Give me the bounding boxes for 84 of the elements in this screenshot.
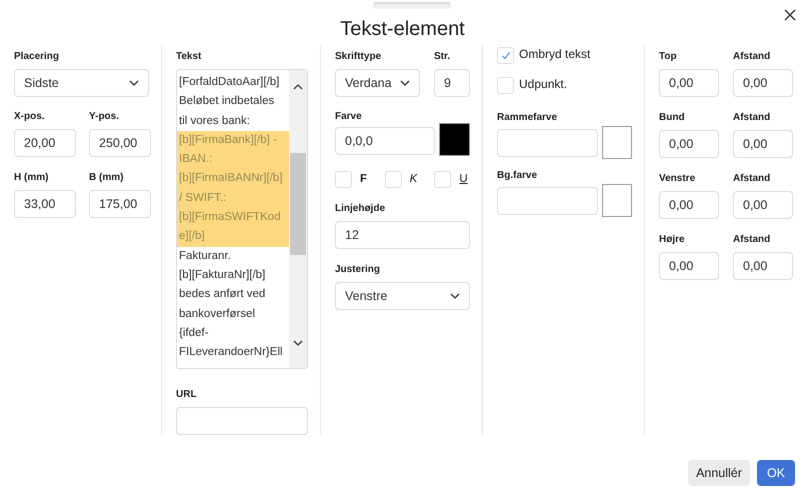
chevron-down-icon (400, 80, 410, 86)
number-input[interactable]: 0,00 (733, 130, 793, 158)
field-label: Højre (659, 234, 686, 246)
text-line: til vores bank: (178, 114, 250, 127)
chevron-up-icon (293, 84, 303, 90)
field-label: X-pos. (14, 111, 46, 123)
text-line: [b][FirmaBank][/b] - (178, 134, 277, 146)
text-line: {ifdef- (178, 326, 208, 339)
text-line: IBAN.: (178, 153, 212, 166)
dialog-title: Tekst-element (340, 18, 465, 41)
color-swatch[interactable] (602, 184, 632, 217)
dropdown-select[interactable]: Verdana (335, 69, 420, 97)
text-line: [b][FirmaSWIFTKod (178, 211, 281, 224)
number-input[interactable]: 0,00 (659, 130, 719, 158)
color-swatch[interactable] (602, 126, 632, 159)
field-label: Afstand (733, 173, 772, 185)
style-label: K (410, 173, 418, 185)
field-label: Placering (14, 51, 60, 63)
field-label: H (mm) (14, 172, 50, 184)
number-input[interactable]: 0,00 (733, 252, 793, 280)
text-line: bedes anført ved (178, 288, 266, 300)
number-input[interactable]: 0,00 (733, 191, 793, 219)
number-input[interactable]: 175,00 (89, 190, 151, 218)
field-label: Venstre (659, 173, 696, 185)
field-label: Y-pos. (89, 111, 120, 123)
number-input[interactable]: 0,00 (659, 69, 719, 97)
checkbox[interactable] (497, 77, 514, 94)
ok-button[interactable]: OK (756, 460, 795, 486)
checkbox-label: Udpunkt. (519, 77, 568, 91)
field-label: Afstand (733, 112, 772, 124)
field-label: URL (176, 389, 198, 401)
dropdown-select[interactable]: Sidste (14, 69, 149, 97)
field-label: Tekst (176, 51, 202, 63)
number-input[interactable]: 12 (335, 221, 470, 249)
field-label: Bg.farve (497, 170, 538, 182)
number-input[interactable]: 0,00 (659, 191, 719, 219)
number-input[interactable]: 33,00 (14, 190, 76, 218)
close-icon (784, 9, 796, 21)
scrollbar[interactable] (289, 70, 307, 368)
style-label: F (360, 173, 368, 185)
text-line: [b][FirmaIBANNr][/b] (178, 172, 283, 184)
dropdown-select[interactable]: Venstre (335, 282, 470, 310)
checkbox[interactable] (497, 47, 514, 64)
text-line: [ForfaldDatoAar][/b] (178, 76, 280, 88)
color-input[interactable]: 0,0,0 (335, 127, 435, 155)
field-label: Rammefarve (497, 112, 558, 124)
text-line: e][/b] (178, 230, 205, 242)
drag-handle[interactable] (373, 2, 451, 9)
field-label: Linjehøjde (335, 203, 386, 215)
color-swatch[interactable] (439, 123, 470, 156)
text-line: Beløbet indbetales (178, 95, 274, 108)
style-label: U (459, 173, 468, 185)
checkbox[interactable] (335, 170, 352, 188)
checkbox[interactable] (384, 170, 402, 188)
text-line: Fakturanr. (178, 250, 231, 262)
field-label: Top (659, 51, 678, 63)
field-label: Skrifttype (335, 51, 382, 63)
text-area[interactable] (176, 69, 308, 369)
text-line: / SWIFT.: (178, 192, 226, 204)
field-label: Afstand (733, 51, 772, 63)
number-input[interactable]: 9 (434, 69, 470, 97)
field-label: Str. (434, 51, 452, 63)
text-line: bankoverførsel (178, 308, 256, 320)
field-label: Bund (659, 112, 686, 124)
chevron-down-icon (293, 340, 303, 346)
color-input[interactable] (497, 186, 598, 214)
text-line: [b][FakturaNr][/b] (178, 268, 266, 281)
chevron-down-icon (129, 80, 139, 86)
text-line: FILeverandoerNr}Ell (178, 346, 283, 358)
chevron-down-icon (450, 293, 460, 299)
number-input[interactable]: 0,00 (659, 252, 719, 280)
field-label: Afstand (733, 234, 772, 246)
cancel-button[interactable]: Annullér (688, 460, 750, 486)
number-input[interactable]: 20,00 (14, 129, 76, 157)
color-input[interactable] (497, 128, 598, 156)
field-label: Farve (335, 111, 363, 123)
number-input[interactable]: 0,00 (733, 69, 793, 97)
url-input[interactable] (176, 407, 308, 435)
checkbox-label: Ombryd tekst (519, 47, 590, 61)
checkbox[interactable] (434, 170, 452, 188)
field-label: Justering (335, 264, 382, 276)
field-label: B (mm) (89, 172, 124, 184)
number-input[interactable]: 250,00 (89, 129, 151, 157)
checkmark-icon (500, 51, 510, 60)
